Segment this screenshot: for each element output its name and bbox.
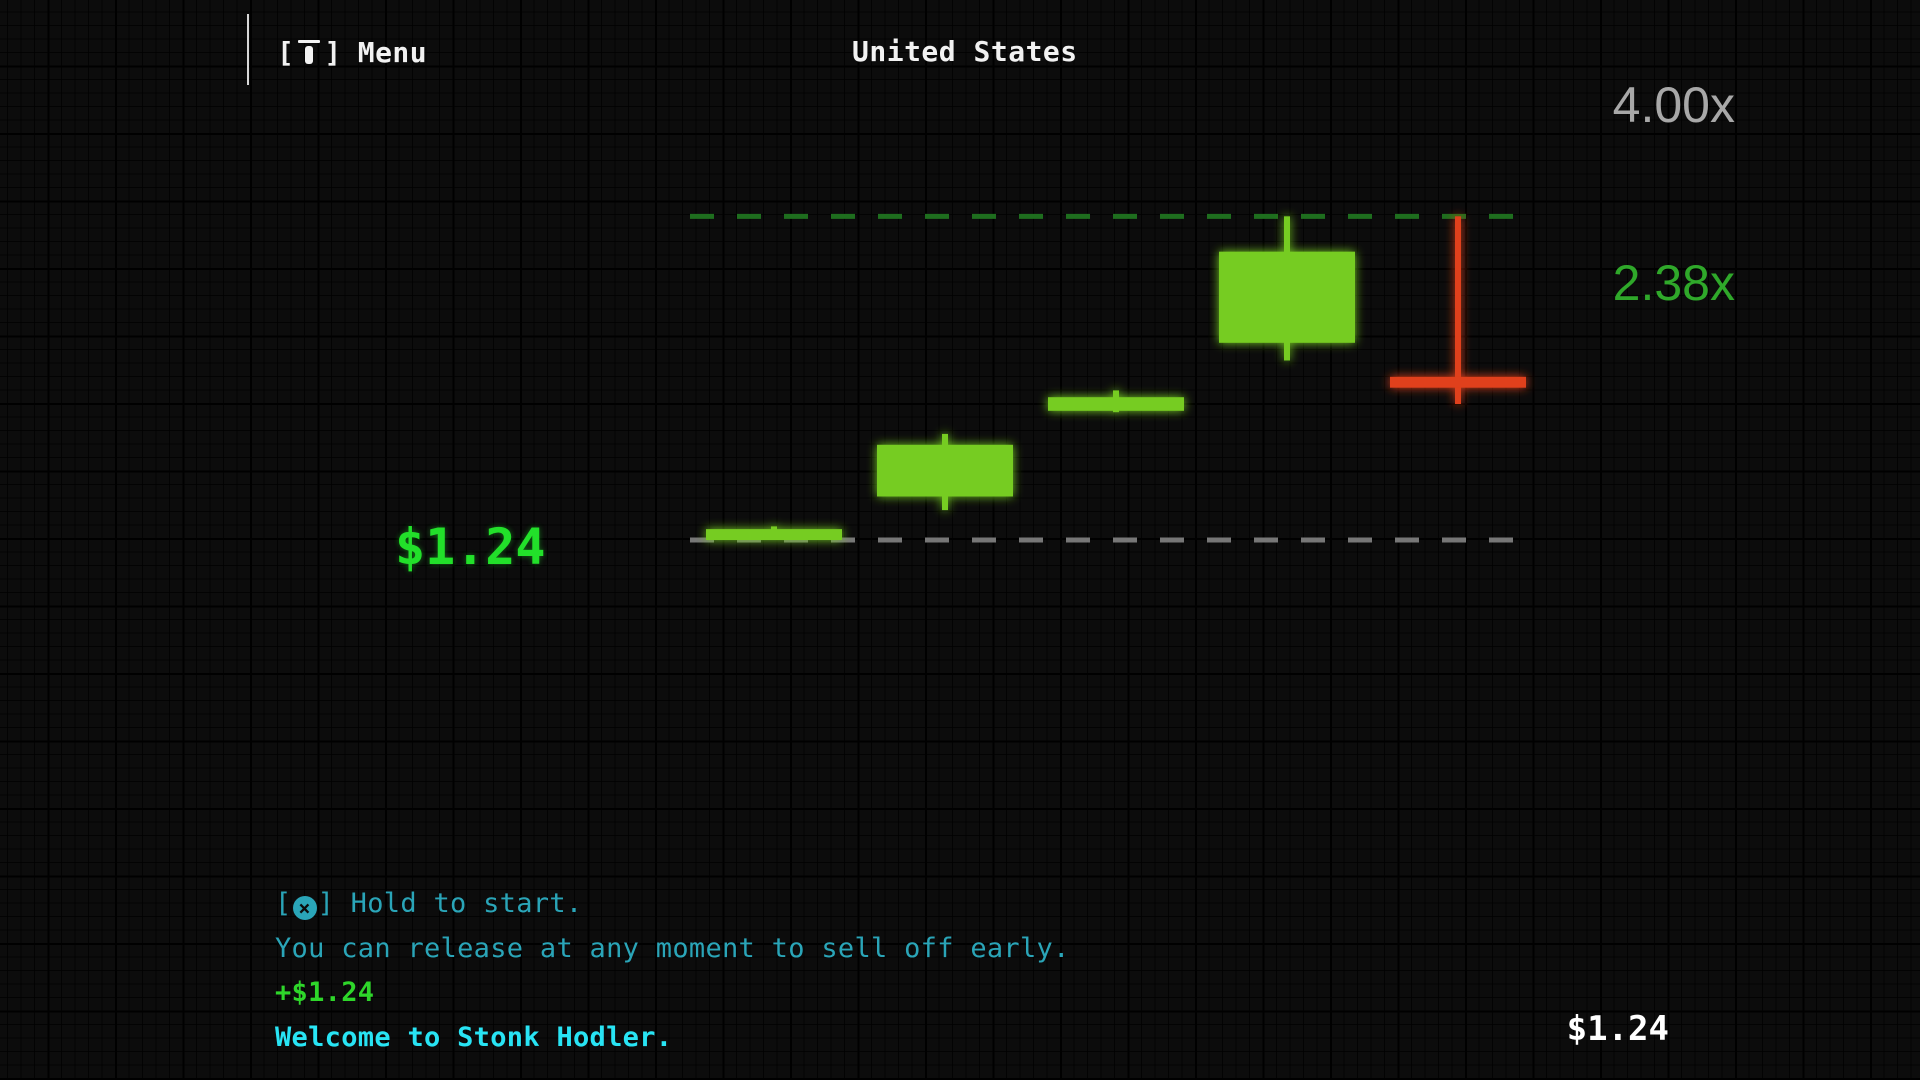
candle-body [877,444,1013,497]
candle-5 [1390,216,1526,404]
hint-suffix: ] Hold to start. [317,888,583,919]
release-hint: You can release at any moment to sell of… [275,932,1070,964]
hold-to-start-hint: [×] Hold to start. [275,882,1070,927]
message-log: [×] Hold to start. You can release at an… [275,882,1070,1060]
balance-readout: $1.24 [1566,1009,1669,1049]
candle-body [706,529,842,540]
candle-wick [1455,216,1461,404]
hint-prefix: [ [275,888,292,919]
candle-body [1219,251,1355,343]
current-price-readout: $1.24 [395,518,546,576]
candle-3 [1048,390,1184,413]
candle-body [1390,376,1526,388]
game-screen: [ ] Menu United States 4.00x 2.38x $1.24… [0,0,1920,1080]
cross-button-icon: × [292,896,317,920]
gain-message: +$1.24 [275,977,375,1008]
candle-2 [877,433,1013,511]
welcome-message: Welcome to Stonk Hodler. [275,1021,673,1053]
candle-4 [1219,216,1355,361]
candle-1 [706,526,842,540]
